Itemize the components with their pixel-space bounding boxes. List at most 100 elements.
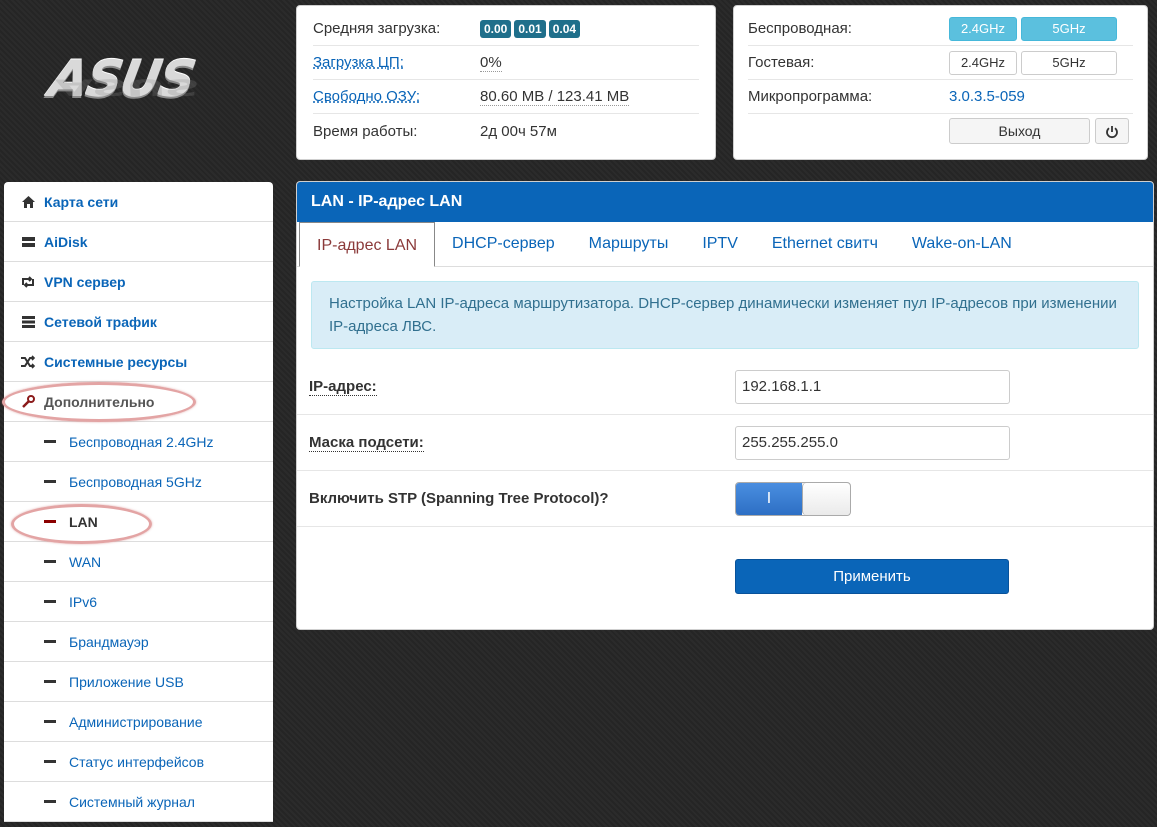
asus-logo: ASUS ASUS bbox=[45, 50, 240, 120]
page-title: LAN - IP-адрес LAN bbox=[297, 182, 1153, 222]
load-5min-badge: 0.01 bbox=[514, 19, 546, 38]
load-1min-badge: 0.00 bbox=[480, 19, 512, 38]
ip-address-row: IP-адрес: bbox=[297, 359, 1153, 415]
subnet-mask-row: Маска подсети: bbox=[297, 415, 1153, 471]
sidebar-subitem-label: Администрирование bbox=[69, 713, 203, 730]
firmware-row: Микропрограмма: 3.0.3.5-059 bbox=[748, 80, 1133, 114]
sidebar-subitem-label: Беспроводная 5GHz bbox=[69, 473, 202, 490]
home-icon bbox=[18, 195, 38, 209]
wrench-icon bbox=[18, 394, 38, 409]
sidebar-item-vpn-server[interactable]: VPN сервер bbox=[4, 262, 273, 302]
ip-address-label-text: IP-адрес: bbox=[309, 378, 377, 396]
dash-icon bbox=[44, 600, 56, 603]
cpu-load-value: 0% bbox=[480, 53, 502, 72]
sidebar-subitem-interface-status[interactable]: Статус интерфейсов bbox=[4, 742, 273, 782]
uptime-label: Время работы: bbox=[313, 122, 418, 140]
subnet-mask-input[interactable] bbox=[735, 425, 1010, 460]
shuffle-icon bbox=[18, 354, 38, 369]
info-message: Настройка LAN IP-адреса маршрутизатора. … bbox=[311, 281, 1139, 349]
apply-button[interactable]: Применить bbox=[735, 559, 1009, 594]
retweet-icon bbox=[18, 275, 38, 289]
dash-icon bbox=[44, 720, 56, 723]
power-icon bbox=[1106, 126, 1118, 139]
wireless-label: Беспроводная: bbox=[748, 20, 852, 37]
sidebar-subitem-label: WAN bbox=[69, 553, 102, 570]
guest-5ghz-button[interactable]: 5GHz bbox=[1021, 50, 1117, 75]
lan-settings-panel: LAN - IP-адрес LAN IP-адрес LAN DHCP-сер… bbox=[296, 181, 1154, 630]
sidebar-subitem-wireless-24[interactable]: Беспроводная 2.4GHz bbox=[4, 422, 273, 462]
wireless-row: Беспроводная: 2.4GHz 5GHz bbox=[748, 12, 1133, 46]
tab-dhcp-server[interactable]: DHCP-сервер bbox=[435, 221, 572, 266]
guest-24ghz-button[interactable]: 2.4GHz bbox=[949, 50, 1017, 75]
tab-wake-on-lan[interactable]: Wake-on-LAN bbox=[895, 221, 1029, 266]
sidebar-item-aidisk[interactable]: AiDisk bbox=[4, 222, 273, 262]
exit-row: Выход bbox=[748, 114, 1133, 148]
firmware-version-link[interactable]: 3.0.3.5-059 bbox=[949, 88, 1025, 105]
ip-address-input[interactable] bbox=[735, 369, 1010, 404]
logout-button[interactable]: Выход bbox=[949, 118, 1090, 144]
stp-toggle-on: I bbox=[736, 482, 802, 515]
sidebar-subitem-wan[interactable]: WAN bbox=[4, 542, 273, 582]
sidebar-subitem-label: Приложение USB bbox=[69, 673, 184, 690]
tab-iptv[interactable]: IPTV bbox=[685, 221, 755, 266]
tab-ethernet-switch[interactable]: Ethernet свитч bbox=[755, 221, 895, 266]
stp-toggle[interactable]: I bbox=[735, 481, 851, 516]
uptime-value: 2д 00ч 57м bbox=[480, 122, 557, 140]
sidebar-subitem-label: Системный журнал bbox=[69, 793, 195, 810]
stp-toggle-knob bbox=[802, 482, 850, 515]
sidebar-subitem-ipv6[interactable]: IPv6 bbox=[4, 582, 273, 622]
dash-icon bbox=[44, 480, 56, 483]
wireless-24ghz-button[interactable]: 2.4GHz bbox=[949, 16, 1017, 41]
uptime-row: Время работы: 2д 00ч 57м bbox=[313, 114, 699, 148]
apply-wrap: Применить bbox=[297, 527, 1153, 594]
tab-routes[interactable]: Маршруты bbox=[572, 221, 686, 266]
ip-address-label: IP-адрес: bbox=[309, 378, 735, 396]
dash-icon bbox=[44, 520, 56, 523]
sidebar-subitem-label: LAN bbox=[69, 513, 98, 530]
sidebar-subitem-usb-app[interactable]: Приложение USB bbox=[4, 662, 273, 702]
sidebar-subitem-label: Беспроводная 2.4GHz bbox=[69, 433, 214, 450]
sidebar-item-traffic[interactable]: Сетевой трафик bbox=[4, 302, 273, 342]
sidebar-item-label: Сетевой трафик bbox=[44, 313, 157, 330]
logo-reflection: ASUS bbox=[50, 73, 204, 100]
subnet-mask-label: Маска подсети: bbox=[309, 434, 735, 452]
load-average-row: Средняя загрузка: 0.00 0.01 0.04 bbox=[313, 12, 699, 46]
free-ram-value: 80.60 MB / 123.41 MB bbox=[480, 87, 630, 106]
sidebar-subitem-label: Статус интерфейсов bbox=[69, 753, 205, 770]
sidebar-subitem-lan[interactable]: LAN bbox=[4, 502, 273, 542]
sidebar-subitem-wireless-5[interactable]: Беспроводная 5GHz bbox=[4, 462, 273, 502]
sidebar-subitem-label: Брандмауэр bbox=[69, 633, 149, 650]
guest-row: Гостевая: 2.4GHz 5GHz bbox=[748, 46, 1133, 80]
sidebar-subitem-system-log[interactable]: Системный журнал bbox=[4, 782, 273, 822]
reboot-button[interactable] bbox=[1095, 118, 1129, 144]
firmware-label: Микропрограмма: bbox=[748, 88, 873, 105]
free-ram-link[interactable]: Свободно ОЗУ: bbox=[313, 88, 480, 105]
wireless-5ghz-button[interactable]: 5GHz bbox=[1021, 16, 1117, 41]
sidebar-item-label: AiDisk bbox=[44, 233, 88, 250]
dash-icon bbox=[44, 440, 56, 443]
wireless-status-card: Беспроводная: 2.4GHz 5GHz Гостевая: 2.4G… bbox=[733, 5, 1148, 160]
sidebar-item-label: Дополнительно bbox=[44, 393, 155, 410]
sidebar-nav: Карта сети AiDisk VPN сервер Сетевой тра… bbox=[4, 182, 273, 822]
load-average-label: Средняя загрузка: bbox=[313, 20, 441, 37]
disk-icon bbox=[18, 235, 38, 249]
stp-row: Включить STP (Spanning Tree Protocol)? I bbox=[297, 471, 1153, 527]
sidebar-subitem-firewall[interactable]: Брандмауэр bbox=[4, 622, 273, 662]
list-icon bbox=[18, 315, 38, 329]
guest-label: Гостевая: bbox=[748, 54, 815, 71]
sidebar-item-network-map[interactable]: Карта сети bbox=[4, 182, 273, 222]
sidebar-item-label: VPN сервер bbox=[44, 273, 126, 290]
load-average-values: 0.00 0.01 0.04 bbox=[480, 19, 583, 38]
tab-lan-ip[interactable]: IP-адрес LAN bbox=[299, 222, 436, 267]
dash-icon bbox=[44, 760, 56, 763]
sidebar-item-system-resources[interactable]: Системные ресурсы bbox=[4, 342, 273, 382]
system-status-card: Средняя загрузка: 0.00 0.01 0.04 Загрузка … bbox=[296, 5, 716, 160]
load-15min-badge: 0.04 bbox=[548, 19, 581, 38]
sidebar-item-label: Карта сети bbox=[44, 193, 119, 210]
sidebar-item-label: Системные ресурсы bbox=[44, 353, 188, 370]
sidebar-item-advanced[interactable]: Дополнительно bbox=[4, 382, 273, 422]
sidebar-subitem-administration[interactable]: Администрирование bbox=[4, 702, 273, 742]
stp-label: Включить STP (Spanning Tree Protocol)? bbox=[309, 490, 609, 507]
dash-icon bbox=[44, 680, 56, 683]
cpu-load-link[interactable]: Загрузка ЦП: bbox=[313, 54, 480, 71]
